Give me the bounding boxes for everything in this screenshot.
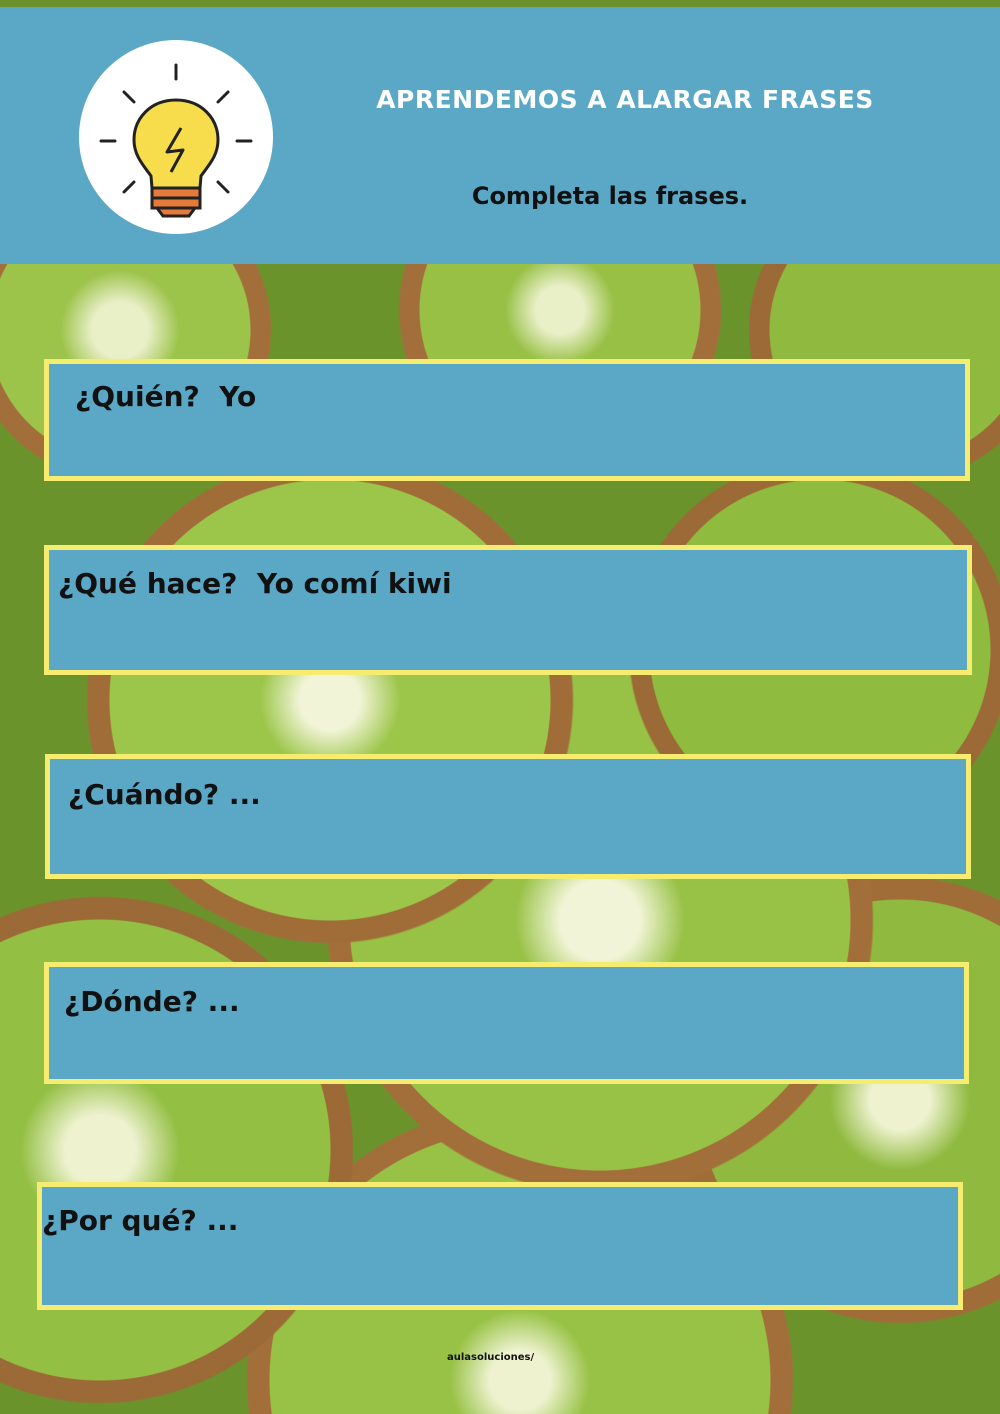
question-box-quien[interactable]	[44, 359, 970, 481]
lightbulb-badge	[79, 40, 273, 234]
footer-credit: aulasoluciones/	[447, 1352, 535, 1363]
question-box-por-que[interactable]	[37, 1182, 963, 1310]
question-text-por-que: ¿Por qué? ...	[42, 1204, 239, 1237]
question-text-cuando: ¿Cuándo? ...	[68, 778, 261, 811]
header-banner: APRENDEMOS A ALARGAR FRASES Completa las…	[0, 7, 1000, 264]
question-text-donde: ¿Dónde? ...	[64, 985, 240, 1018]
question-box-donde[interactable]	[44, 962, 969, 1084]
page-title: APRENDEMOS A ALARGAR FRASES	[376, 85, 874, 114]
question-box-cuando[interactable]	[45, 754, 971, 879]
question-box-que-hace[interactable]	[44, 545, 972, 675]
lightbulb-icon	[99, 63, 253, 218]
question-text-que-hace: ¿Qué hace? Yo comí kiwi	[58, 567, 452, 600]
question-text-quien: ¿Quién? Yo	[75, 380, 257, 413]
instructions-subtitle: Completa las frases.	[471, 182, 749, 210]
